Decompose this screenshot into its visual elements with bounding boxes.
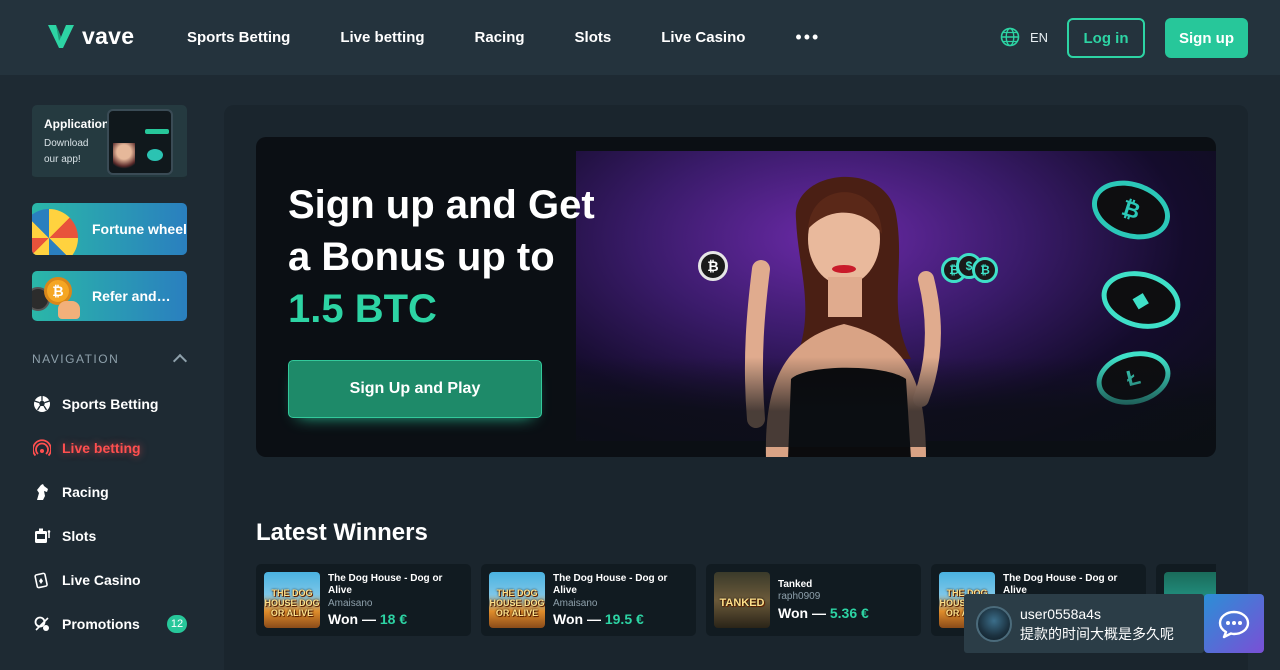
more-menu-button[interactable]: ••• [795, 27, 820, 48]
side-nav: Sports Betting Live betting Racing Slots… [32, 382, 187, 646]
winner-game-name: Tanked [778, 579, 813, 590]
app-download-card[interactable]: Application Download our app! [32, 105, 187, 180]
signup-and-play-button[interactable]: Sign Up and Play [288, 360, 542, 418]
sidebar-item-label: Slots [62, 528, 97, 544]
sidebar-item-slots[interactable]: Slots [32, 514, 187, 558]
winner-card[interactable]: THE DOG HOUSE DOG OR ALIVE The Dog House… [256, 564, 471, 636]
sidebar-item-sports-betting[interactable]: Sports Betting [32, 382, 187, 426]
sidebar-item-label: Live Casino [62, 572, 141, 588]
winner-username: Amaisano [553, 598, 598, 609]
game-thumbnail: THE DOG HOUSE DOG OR ALIVE [489, 572, 545, 628]
promotions-count-badge: 12 [167, 615, 187, 633]
hero-headline-line2: a Bonus up to [288, 235, 555, 279]
login-button[interactable]: Log in [1067, 18, 1145, 58]
avatar [976, 606, 1012, 642]
winner-game-name: The Dog House - Dog or Alive [553, 573, 668, 596]
phone-mockup-image [107, 109, 173, 175]
horse-icon [32, 482, 52, 502]
promo-icon [32, 614, 52, 634]
sidebar-item-live-casino[interactable]: Live Casino [32, 558, 187, 602]
game-thumbnail: TANKED [714, 572, 770, 628]
refer-label: Refer and… [92, 288, 171, 304]
winner-username: Amaisano [328, 598, 373, 609]
slot-machine-icon [32, 526, 52, 546]
chevron-up-icon [172, 353, 188, 369]
latest-winners-title: Latest Winners [256, 519, 428, 546]
winner-username: raph0909 [778, 591, 821, 602]
nav-racing[interactable]: Racing [475, 29, 525, 46]
sidebar-item-label: Sports Betting [62, 396, 159, 412]
game-thumbnail: THE DOG HOUSE DOG OR ALIVE [264, 572, 320, 628]
fortune-wheel-label: Fortune wheel [92, 221, 187, 237]
navigation-heading-label: NAVIGATION [32, 351, 120, 366]
vave-logo-icon [48, 25, 74, 48]
app-subtitle: Download our app! [44, 138, 89, 165]
chat-launcher-button[interactable] [1204, 594, 1264, 653]
navigation-heading[interactable]: NAVIGATION [32, 351, 188, 369]
chat-username: user0558a4s [1020, 606, 1101, 622]
logo[interactable]: vave [46, 22, 134, 50]
cards-icon [32, 570, 52, 590]
nav-sports-betting[interactable]: Sports Betting [187, 29, 290, 46]
sidebar-item-racing[interactable]: Racing [32, 470, 187, 514]
fortune-wheel-icon [32, 209, 78, 255]
winner-game-name: The Dog House - Dog or Alive [328, 573, 443, 596]
hero-banner[interactable]: ₿ ₿ $ ₿ ₿ ◆ Ł Sign up and Get a Bonus up… [256, 137, 1216, 457]
chat-message: 提款的时间大概是多久呢 [1020, 627, 1174, 643]
btc-chip-icon: ₿ [698, 251, 728, 281]
hero-headline-line1: Sign up and Get [288, 183, 595, 227]
app-title: Application [44, 117, 110, 131]
winner-amount: Won — 19.5 € [553, 611, 644, 627]
chat-preview-popup[interactable]: user0558a4s 提款的时间大概是多久呢 [964, 594, 1204, 653]
winner-amount: Won — 18 € [328, 611, 408, 627]
sidebar-item-promotions[interactable]: Promotions 12 [32, 602, 187, 646]
sidebar-item-label: Racing [62, 484, 109, 500]
soccer-ball-icon [32, 394, 52, 414]
top-nav: Sports Betting Live betting Racing Slots… [187, 0, 820, 75]
hand-icon [58, 301, 80, 319]
signup-button[interactable]: Sign up [1165, 18, 1248, 58]
hero-headline: Sign up and Get a Bonus up to 1.5 BTC [288, 179, 648, 335]
nav-live-casino[interactable]: Live Casino [661, 29, 745, 46]
globe-icon [1000, 27, 1020, 47]
refer-card[interactable]: ₿ Refer and… [32, 271, 187, 321]
top-header: vave Sports Betting Live betting Racing … [0, 0, 1280, 75]
live-signal-icon [32, 438, 52, 458]
nav-live-betting[interactable]: Live betting [340, 29, 424, 46]
winner-card[interactable]: TANKED Tanked raph0909 Won — 5.36 € [706, 564, 921, 636]
sidebar-item-live-betting[interactable]: Live betting [32, 426, 187, 470]
sidebar-item-label: Promotions [62, 616, 140, 632]
chat-icon [1218, 610, 1250, 638]
fortune-wheel-card[interactable]: Fortune wheel [32, 203, 187, 255]
logo-text: vave [82, 22, 135, 49]
hero-bonus-amount: 1.5 BTC [288, 287, 437, 331]
sidebar-item-label: Live betting [62, 440, 141, 456]
winner-amount: Won — 5.36 € [778, 605, 869, 621]
nav-slots[interactable]: Slots [575, 29, 612, 46]
btc-chip-icon: ₿ [972, 257, 998, 283]
winner-card[interactable]: THE DOG HOUSE DOG OR ALIVE The Dog House… [481, 564, 696, 636]
language-selector[interactable]: EN [1000, 27, 1048, 47]
language-code: EN [1030, 29, 1049, 45]
